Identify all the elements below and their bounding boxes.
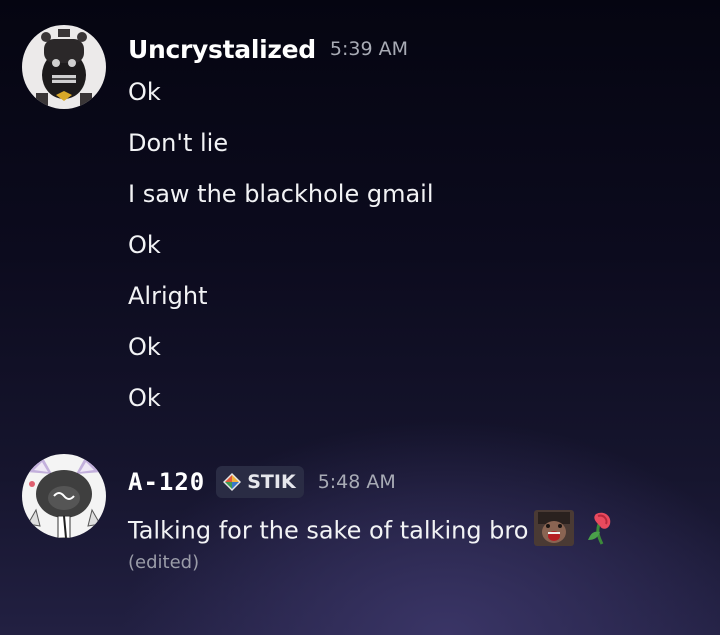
guild-tag-label: STIK xyxy=(247,471,296,493)
avatar[interactable] xyxy=(22,25,106,109)
diamond-icon xyxy=(222,472,242,492)
timestamp[interactable]: 5:39 AM xyxy=(330,38,408,60)
edited-label: (edited) xyxy=(128,552,200,573)
avatar[interactable] xyxy=(22,454,106,538)
username[interactable]: A-120 xyxy=(128,468,205,496)
message-group-a120: A-120 STIK 5:48 AM Talking for the sake … xyxy=(0,440,720,600)
message-text-line: Talking for the sake of talking bro xyxy=(128,508,616,555)
message-header: A-120 STIK 5:48 AM xyxy=(128,463,396,501)
message-text: I saw the blackhole gmail xyxy=(128,180,434,208)
message-text: Ok xyxy=(128,78,161,106)
message-text: Don't lie xyxy=(128,129,229,157)
message-text: Talking for the sake of talking bro xyxy=(128,516,529,545)
message-group-uncrystalized: Uncrystalized 5:39 AM Ok Don't lie I saw… xyxy=(0,0,720,430)
message-text: Ok xyxy=(128,231,161,259)
screaming-face-emoji-icon[interactable] xyxy=(532,508,576,555)
username[interactable]: Uncrystalized xyxy=(128,35,316,64)
wilted-rose-emoji-icon[interactable] xyxy=(584,510,616,553)
message-text: Alright xyxy=(128,282,208,310)
guild-tag[interactable]: STIK xyxy=(216,466,304,498)
message-text: Ok xyxy=(128,333,161,361)
timestamp[interactable]: 5:48 AM xyxy=(318,471,396,493)
message-text: Ok xyxy=(128,384,161,412)
message-header: Uncrystalized 5:39 AM xyxy=(128,30,408,68)
